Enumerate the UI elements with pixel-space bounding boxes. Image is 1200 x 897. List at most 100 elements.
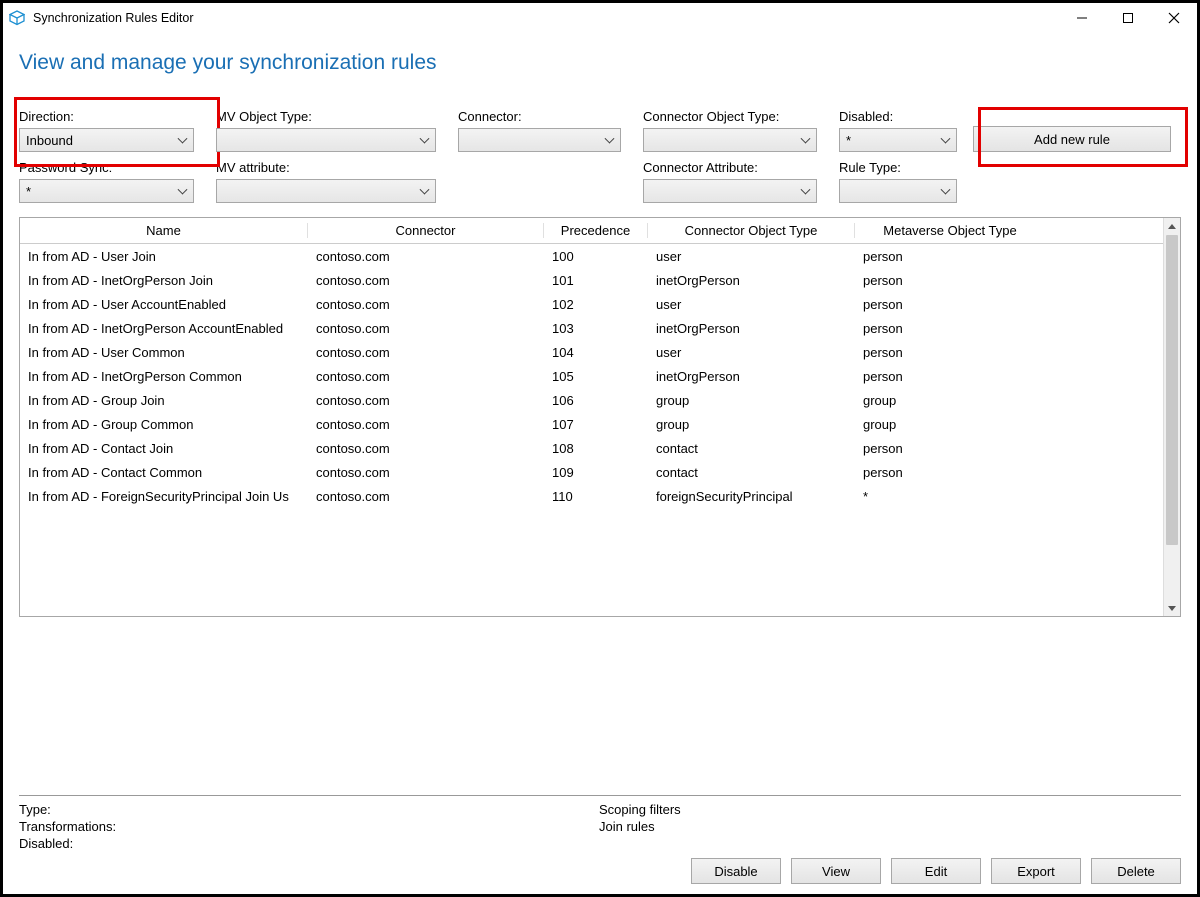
cell-name: In from AD - InetOrgPerson Join — [20, 273, 308, 288]
scroll-down-arrow-icon[interactable] — [1164, 599, 1180, 616]
direction-value: Inbound — [26, 133, 73, 148]
table-row[interactable]: In from AD - Contact Commoncontoso.com10… — [20, 460, 1163, 484]
cell-precedence: 105 — [544, 369, 648, 384]
mv-object-type-combo[interactable] — [216, 128, 436, 152]
direction-label: Direction: — [19, 109, 194, 124]
table-row[interactable]: In from AD - Group Commoncontoso.com107g… — [20, 412, 1163, 436]
cell-connector: contoso.com — [308, 489, 544, 504]
connector-object-type-combo[interactable] — [643, 128, 817, 152]
col-name[interactable]: Name — [20, 223, 308, 238]
cell-connector-object-type: inetOrgPerson — [648, 369, 855, 384]
table-row[interactable]: In from AD - ForeignSecurityPrincipal Jo… — [20, 484, 1163, 508]
cell-connector: contoso.com — [308, 441, 544, 456]
cell-metaverse-object-type: person — [855, 273, 1045, 288]
cell-precedence: 101 — [544, 273, 648, 288]
table-row[interactable]: In from AD - User Joincontoso.com100user… — [20, 244, 1163, 268]
mv-object-type-label: MV Object Type: — [216, 109, 436, 124]
cell-connector-object-type: user — [648, 297, 855, 312]
cell-precedence: 109 — [544, 465, 648, 480]
table-row[interactable]: In from AD - Group Joincontoso.com106gro… — [20, 388, 1163, 412]
footer: Type: Transformations: Disabled: Scoping… — [19, 795, 1181, 884]
mv-attribute-combo[interactable] — [216, 179, 436, 203]
table-row[interactable]: In from AD - User AccountEnabledcontoso.… — [20, 292, 1163, 316]
table-row[interactable]: In from AD - InetOrgPerson Joincontoso.c… — [20, 268, 1163, 292]
mv-attribute-label: MV attribute: — [216, 160, 436, 175]
cell-precedence: 103 — [544, 321, 648, 336]
cell-connector: contoso.com — [308, 249, 544, 264]
grid-scrollbar[interactable] — [1163, 218, 1180, 616]
footer-disabled: Disabled: — [19, 836, 599, 851]
cell-connector-object-type: user — [648, 249, 855, 264]
cell-name: In from AD - User Common — [20, 345, 308, 360]
window-title: Synchronization Rules Editor — [33, 11, 1059, 25]
table-row[interactable]: In from AD - InetOrgPerson AccountEnable… — [20, 316, 1163, 340]
table-row[interactable]: In from AD - InetOrgPerson Commoncontoso… — [20, 364, 1163, 388]
cell-connector-object-type: inetOrgPerson — [648, 321, 855, 336]
cell-metaverse-object-type: person — [855, 369, 1045, 384]
table-row[interactable]: In from AD - User Commoncontoso.com104us… — [20, 340, 1163, 364]
disabled-combo[interactable]: * — [839, 128, 957, 152]
cell-name: In from AD - Contact Common — [20, 465, 308, 480]
password-sync-combo[interactable]: * — [19, 179, 194, 203]
col-connector[interactable]: Connector — [308, 223, 544, 238]
cell-metaverse-object-type: group — [855, 393, 1045, 408]
table-row[interactable]: In from AD - Contact Joincontoso.com108c… — [20, 436, 1163, 460]
app-icon — [9, 10, 25, 26]
view-button[interactable]: View — [791, 858, 881, 884]
cell-connector-object-type: user — [648, 345, 855, 360]
cell-name: In from AD - ForeignSecurityPrincipal Jo… — [20, 489, 308, 504]
col-connector-object-type[interactable]: Connector Object Type — [648, 223, 855, 238]
rule-type-label: Rule Type: — [839, 160, 957, 175]
connector-attribute-combo[interactable] — [643, 179, 817, 203]
cell-metaverse-object-type: person — [855, 345, 1045, 360]
scroll-thumb[interactable] — [1166, 235, 1178, 545]
cell-connector: contoso.com — [308, 297, 544, 312]
connector-label: Connector: — [458, 109, 621, 124]
password-sync-value: * — [26, 184, 31, 199]
close-button[interactable] — [1151, 3, 1197, 33]
rule-type-combo[interactable] — [839, 179, 957, 203]
page-title: View and manage your synchronization rul… — [19, 51, 1181, 75]
cell-precedence: 106 — [544, 393, 648, 408]
cell-precedence: 107 — [544, 417, 648, 432]
connector-attribute-label: Connector Attribute: — [643, 160, 817, 175]
add-new-rule-button[interactable]: Add new rule — [973, 126, 1171, 152]
col-metaverse-object-type[interactable]: Metaverse Object Type — [855, 223, 1045, 238]
footer-transformations: Transformations: — [19, 819, 599, 834]
connector-combo[interactable] — [458, 128, 621, 152]
cell-connector-object-type: group — [648, 393, 855, 408]
cell-connector: contoso.com — [308, 465, 544, 480]
export-button[interactable]: Export — [991, 858, 1081, 884]
cell-precedence: 100 — [544, 249, 648, 264]
cell-precedence: 108 — [544, 441, 648, 456]
minimize-button[interactable] — [1059, 3, 1105, 33]
cell-name: In from AD - InetOrgPerson Common — [20, 369, 308, 384]
cell-connector: contoso.com — [308, 345, 544, 360]
cell-connector: contoso.com — [308, 393, 544, 408]
cell-metaverse-object-type: person — [855, 465, 1045, 480]
cell-precedence: 102 — [544, 297, 648, 312]
delete-button[interactable]: Delete — [1091, 858, 1181, 884]
cell-connector: contoso.com — [308, 273, 544, 288]
disable-button[interactable]: Disable — [691, 858, 781, 884]
footer-scoping: Scoping filters — [599, 802, 1181, 817]
maximize-button[interactable] — [1105, 3, 1151, 33]
cell-metaverse-object-type: person — [855, 441, 1045, 456]
edit-button[interactable]: Edit — [891, 858, 981, 884]
cell-connector: contoso.com — [308, 417, 544, 432]
cell-name: In from AD - Group Join — [20, 393, 308, 408]
scroll-up-arrow-icon[interactable] — [1164, 218, 1180, 235]
cell-connector: contoso.com — [308, 369, 544, 384]
cell-name: In from AD - Group Common — [20, 417, 308, 432]
col-precedence[interactable]: Precedence — [544, 223, 648, 238]
cell-name: In from AD - InetOrgPerson AccountEnable… — [20, 321, 308, 336]
cell-connector-object-type: contact — [648, 465, 855, 480]
cell-metaverse-object-type: person — [855, 321, 1045, 336]
cell-connector-object-type: group — [648, 417, 855, 432]
password-sync-label: Password Sync: — [19, 160, 194, 175]
direction-combo[interactable]: Inbound — [19, 128, 194, 152]
footer-type: Type: — [19, 802, 599, 817]
cell-precedence: 104 — [544, 345, 648, 360]
cell-name: In from AD - User Join — [20, 249, 308, 264]
cell-metaverse-object-type: person — [855, 249, 1045, 264]
